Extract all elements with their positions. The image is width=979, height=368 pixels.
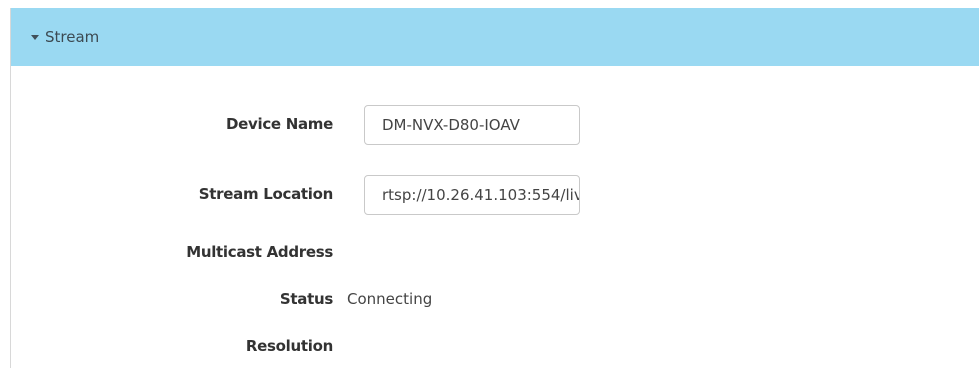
caret-down-icon[interactable]	[31, 35, 39, 40]
status-label: Status	[279, 290, 333, 308]
stream-location-label: Stream Location	[198, 185, 334, 203]
device-name-label: Device Name	[225, 115, 333, 133]
resolution-label: Resolution	[245, 337, 333, 355]
stream-panel-header[interactable]: Stream	[11, 8, 979, 66]
stream-location-input[interactable]	[364, 175, 580, 215]
panel-title: Stream	[45, 28, 100, 46]
multicast-address-label: Multicast Address	[186, 243, 333, 261]
device-name-input[interactable]	[364, 105, 580, 145]
status-value: Connecting	[347, 290, 433, 308]
